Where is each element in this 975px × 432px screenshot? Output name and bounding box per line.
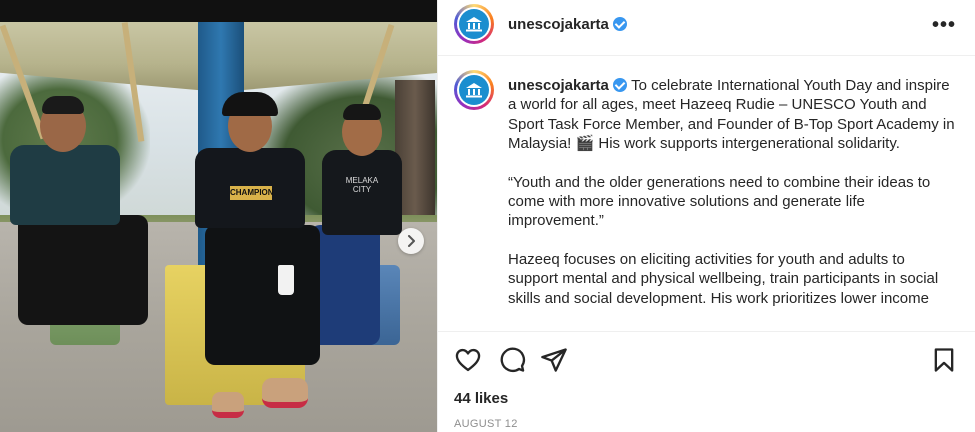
post-caption: unescojakarta To celebrate International… [438, 56, 975, 332]
person-foot [262, 378, 308, 408]
more-options-button[interactable]: ••• [932, 14, 956, 37]
username-text[interactable]: unescojakarta [508, 16, 609, 33]
person-cap [222, 92, 278, 116]
bookmark-icon [934, 348, 954, 372]
next-photo-button[interactable] [398, 228, 424, 254]
profile-avatar[interactable] [454, 4, 494, 44]
post-sidebar: unescojakarta ••• unescojakarta To celeb… [437, 0, 975, 432]
save-button[interactable] [930, 346, 958, 374]
person-pants [18, 215, 148, 325]
unesco-logo-icon [466, 17, 482, 32]
caption-paragraph: “Youth and the older generations need to… [508, 173, 931, 230]
shirt-text: MELAKA CITY [345, 176, 379, 194]
post-date[interactable]: AUGUST 12 [454, 418, 518, 430]
heart-icon [455, 348, 481, 372]
action-bar [438, 332, 975, 388]
like-button[interactable] [454, 346, 482, 374]
verified-badge-icon [612, 78, 627, 92]
person-hair [42, 96, 84, 114]
shirt-logo: CHAMPION [230, 186, 274, 200]
caption-paragraph: unescojakarta To celebrate International… [508, 76, 958, 154]
person-shirt [10, 145, 120, 225]
header-username[interactable]: unescojakarta [508, 16, 627, 33]
comment-icon [500, 347, 526, 372]
share-button[interactable] [540, 346, 568, 374]
caption-username[interactable]: unescojakarta [508, 77, 609, 94]
caption-avatar[interactable] [454, 70, 494, 110]
unesco-logo-icon [466, 83, 482, 98]
person-hair [343, 104, 381, 120]
photo-top-bar [0, 0, 437, 22]
post-photo[interactable]: MELAKA CITY CHAMPION [0, 0, 437, 432]
caption-body: unescojakarta To celebrate International… [508, 76, 958, 327]
chevron-right-icon [408, 235, 415, 247]
comment-button[interactable] [498, 346, 526, 374]
share-icon [541, 348, 567, 372]
verified-badge-icon [612, 17, 627, 31]
person-pants [205, 225, 320, 365]
post-header: unescojakarta ••• [438, 0, 975, 56]
drink-cup [278, 265, 294, 295]
likes-count[interactable]: 44 likes [454, 390, 508, 407]
caption-paragraph: Hazeeq focuses on eliciting activities f… [508, 250, 939, 307]
person-pants [310, 225, 380, 345]
person-foot [212, 392, 244, 418]
